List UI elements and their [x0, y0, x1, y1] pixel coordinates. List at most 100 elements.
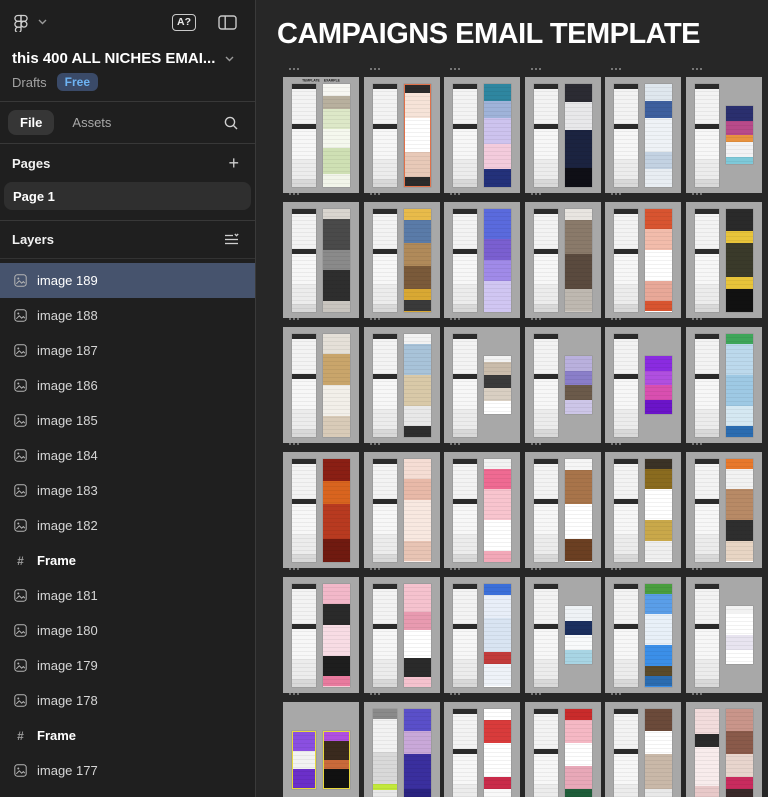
frame-title-dots[interactable] [531, 68, 541, 70]
actions-search-button[interactable]: A? [172, 14, 196, 31]
template-frame-6-6[interactable] [686, 702, 762, 797]
template-frame-6-2[interactable] [364, 702, 440, 797]
layer-row-image-187[interactable]: image 187 [0, 333, 255, 368]
frame-title-dots[interactable] [611, 568, 621, 570]
layer-row-frame[interactable]: #Frame [0, 718, 255, 753]
design-canvas[interactable]: CAMPAIGNS EMAIL TEMPLATE TEMPLATEEXAMPLE [257, 0, 768, 797]
frame-title-dots[interactable] [531, 443, 541, 445]
layer-row-image-180[interactable]: image 180 [0, 613, 255, 648]
layer-row-image-184[interactable]: image 184 [0, 438, 255, 473]
template-frame-3-4[interactable] [525, 327, 601, 443]
layer-row-image-188[interactable]: image 188 [0, 298, 255, 333]
frame-title-dots[interactable] [611, 693, 621, 695]
canvas-title-text[interactable]: CAMPAIGNS EMAIL TEMPLATE [277, 18, 700, 51]
toggle-sidebar-icon[interactable] [218, 15, 237, 30]
layer-row-frame[interactable]: #Frame [0, 543, 255, 578]
template-frame-1-2[interactable] [364, 77, 440, 193]
frame-title-dots[interactable] [531, 568, 541, 570]
layer-row-image-183[interactable]: image 183 [0, 473, 255, 508]
template-frame-1-4[interactable] [525, 77, 601, 193]
template-frame-4-4[interactable] [525, 452, 601, 568]
frame-title-dots[interactable] [370, 318, 380, 320]
frame-title-dots[interactable] [289, 693, 299, 695]
template-frame-1-3[interactable] [444, 77, 520, 193]
template-frame-2-3[interactable] [444, 202, 520, 318]
template-frame-3-5[interactable] [605, 327, 681, 443]
frame-title-dots[interactable] [531, 318, 541, 320]
template-frame-3-2[interactable] [364, 327, 440, 443]
frame-title-dots[interactable] [289, 568, 299, 570]
template-frame-2-5[interactable] [605, 202, 681, 318]
search-icon[interactable] [223, 115, 239, 131]
template-frame-5-5[interactable] [605, 577, 681, 693]
layer-row-image-181[interactable]: image 181 [0, 578, 255, 613]
layer-row-image-186[interactable]: image 186 [0, 368, 255, 403]
frame-title-dots[interactable] [450, 318, 460, 320]
frame-title-dots[interactable] [611, 68, 621, 70]
template-frame-1-1[interactable]: TEMPLATEEXAMPLE [283, 77, 359, 193]
frame-title-dots[interactable] [289, 68, 299, 70]
template-frame-1-6[interactable] [686, 77, 762, 193]
template-frame-2-2[interactable] [364, 202, 440, 318]
frame-title-dots[interactable] [450, 193, 460, 195]
layer-row-image-179[interactable]: image 179 [0, 648, 255, 683]
frame-title-dots[interactable] [450, 693, 460, 695]
frame-title-dots[interactable] [370, 68, 380, 70]
collapse-layers-icon[interactable] [224, 233, 239, 246]
frame-title-dots[interactable] [692, 318, 702, 320]
tab-assets[interactable]: Assets [60, 110, 123, 135]
frame-title-dots[interactable] [289, 443, 299, 445]
frame-title-dots[interactable] [692, 193, 702, 195]
template-frame-4-6[interactable] [686, 452, 762, 568]
template-frame-6-5[interactable] [605, 702, 681, 797]
frame-title-dots[interactable] [692, 443, 702, 445]
template-frame-5-4[interactable] [525, 577, 601, 693]
template-frame-4-5[interactable] [605, 452, 681, 568]
layer-row-image-178[interactable]: image 178 [0, 683, 255, 718]
template-frame-5-1[interactable] [283, 577, 359, 693]
template-frame-4-2[interactable] [364, 452, 440, 568]
frame-title-dots[interactable] [611, 318, 621, 320]
frame-title-dots[interactable] [531, 193, 541, 195]
frame-title-dots[interactable] [611, 443, 621, 445]
template-frame-3-3[interactable] [444, 327, 520, 443]
frame-title-dots[interactable] [531, 693, 541, 695]
template-frame-4-3[interactable] [444, 452, 520, 568]
page-item-page-1[interactable]: Page 1 [4, 182, 251, 210]
layer-row-image-182[interactable]: image 182 [0, 508, 255, 543]
template-frame-3-6[interactable] [686, 327, 762, 443]
layer-row-image-185[interactable]: image 185 [0, 403, 255, 438]
layer-row-image-189[interactable]: image 189 [0, 263, 255, 298]
frame-title-dots[interactable] [692, 693, 702, 695]
add-page-icon[interactable]: + [228, 154, 239, 172]
frame-title-dots[interactable] [370, 693, 380, 695]
frame-title-dots[interactable] [370, 443, 380, 445]
template-frame-5-6[interactable] [686, 577, 762, 693]
template-frame-1-5[interactable] [605, 77, 681, 193]
template-frame-2-1[interactable] [283, 202, 359, 318]
frame-title-dots[interactable] [450, 443, 460, 445]
frame-title-dots[interactable] [370, 193, 380, 195]
frame-title-dots[interactable] [289, 193, 299, 195]
template-frame-4-1[interactable] [283, 452, 359, 568]
frame-title-dots[interactable] [450, 568, 460, 570]
file-title-row[interactable]: this 400 ALL NICHES EMAI... [0, 44, 255, 69]
template-frame-5-2[interactable] [364, 577, 440, 693]
frame-title-dots[interactable] [450, 68, 460, 70]
frame-title-dots[interactable] [289, 318, 299, 320]
tab-file[interactable]: File [8, 110, 54, 135]
frame-title-dots[interactable] [692, 68, 702, 70]
plan-badge[interactable]: Free [57, 73, 98, 91]
template-frame-2-4[interactable] [525, 202, 601, 318]
template-frame-6-3[interactable] [444, 702, 520, 797]
frame-title-dots[interactable] [692, 568, 702, 570]
main-menu-button[interactable] [12, 13, 47, 32]
layer-row-image-177[interactable]: image 177 [0, 753, 255, 788]
template-frame-5-3[interactable] [444, 577, 520, 693]
frame-title-dots[interactable] [611, 193, 621, 195]
template-frame-3-1[interactable] [283, 327, 359, 443]
frame-title-dots[interactable] [370, 568, 380, 570]
template-frame-6-1[interactable] [283, 702, 359, 797]
template-frame-6-4[interactable] [525, 702, 601, 797]
template-frame-2-6[interactable] [686, 202, 762, 318]
